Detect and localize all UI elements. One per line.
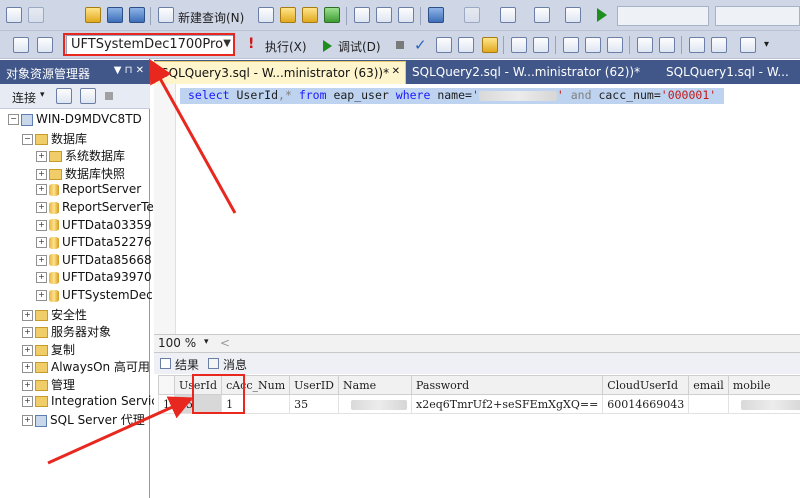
arrow-to-database <box>149 58 237 214</box>
annotation-arrows <box>47 58 237 465</box>
arrow-to-userid <box>47 396 194 465</box>
